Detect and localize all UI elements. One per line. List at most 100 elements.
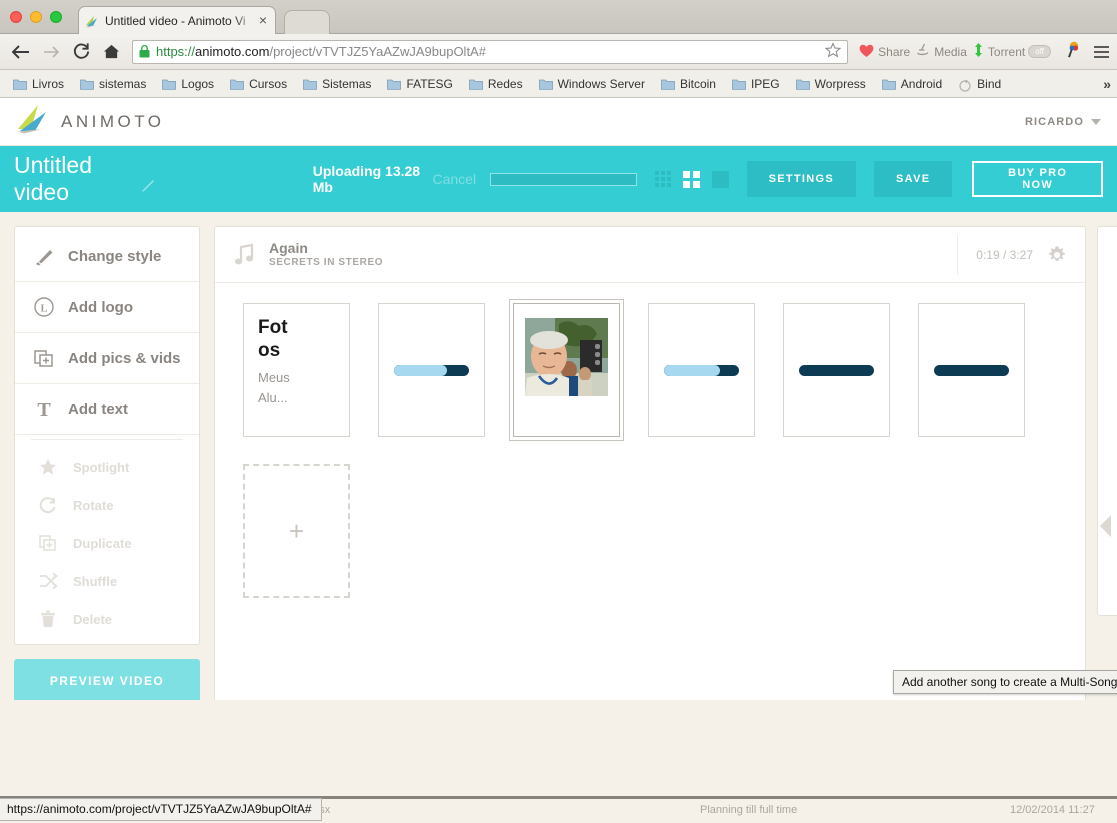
sidebar-item-add-logo[interactable]: L Add logo bbox=[15, 282, 199, 333]
slide-photo-image bbox=[525, 318, 608, 422]
folder-icon bbox=[732, 78, 746, 90]
sidebar-item-label: Spotlight bbox=[73, 459, 130, 475]
close-tab-button[interactable]: × bbox=[257, 12, 269, 30]
sidebar-item-label: Rotate bbox=[73, 497, 114, 513]
folder-icon bbox=[538, 78, 553, 90]
bookmark-item[interactable]: Logos bbox=[155, 75, 221, 93]
bookmark-label: Android bbox=[900, 76, 943, 91]
bookmark-item[interactable]: Android bbox=[875, 75, 949, 93]
chevron-left-icon[interactable] bbox=[1100, 515, 1111, 537]
bookmark-item[interactable]: sistemas bbox=[73, 75, 153, 93]
bookmark-item[interactable]: Livros bbox=[6, 75, 71, 93]
upload-status-text: Uploading 13.28 Mb bbox=[312, 163, 421, 195]
preview-video-button[interactable]: PREVIEW VIDEO bbox=[14, 659, 200, 703]
folder-icon bbox=[387, 78, 402, 90]
bookmark-item[interactable]: IPEG bbox=[725, 75, 787, 93]
sidebar-item-shuffle[interactable]: Shuffle bbox=[15, 562, 199, 600]
sidebar-item-label: Add text bbox=[68, 400, 128, 418]
share-extension[interactable]: Share bbox=[858, 42, 910, 61]
forward-button[interactable] bbox=[38, 39, 64, 65]
sidebar-item-rotate[interactable]: Rotate bbox=[15, 486, 199, 524]
browser-status-bar: https://animoto.com/project/vTVTJZ5YaAZw… bbox=[0, 798, 322, 821]
url-path: /project/vTVTJZ5YaAZwJA9bupOltA# bbox=[269, 44, 486, 59]
star-icon bbox=[37, 456, 59, 478]
bookmark-item[interactable]: Redes bbox=[462, 75, 530, 93]
lock-icon bbox=[139, 44, 150, 58]
bookmark-item[interactable]: Cursos bbox=[223, 75, 294, 93]
sidebar-item-delete[interactable]: Delete bbox=[15, 600, 199, 638]
browser-window: Untitled video - Animoto Vi × https:// a… bbox=[0, 0, 1117, 823]
media-extension[interactable]: Media bbox=[915, 42, 967, 61]
close-window-button[interactable] bbox=[10, 11, 22, 23]
sidebar-item-change-style[interactable]: Change style bbox=[15, 231, 199, 282]
slide-progress-bar bbox=[934, 364, 1009, 376]
bookmark-item[interactable]: Sistemas bbox=[296, 75, 378, 93]
bookmark-label: Bind bbox=[977, 76, 1002, 91]
minimize-window-button[interactable] bbox=[30, 11, 42, 23]
animoto-header: ANIMOTO RICARDO bbox=[0, 98, 1117, 146]
slide-title-line2: os bbox=[258, 340, 281, 361]
slide-uploading[interactable] bbox=[378, 303, 485, 437]
account-name: RICARDO bbox=[1024, 115, 1084, 128]
account-menu[interactable]: RICARDO bbox=[1025, 116, 1101, 128]
bookmark-item[interactable]: FATESG bbox=[380, 75, 459, 93]
folder-icon bbox=[468, 78, 483, 90]
updown-arrow-icon bbox=[972, 42, 985, 61]
add-slide-placeholder[interactable]: + bbox=[243, 464, 350, 598]
bookmark-item[interactable]: Bitcoin bbox=[654, 75, 723, 93]
right-collapsed-panel[interactable] bbox=[1097, 226, 1117, 616]
project-title[interactable]: Untitled video bbox=[14, 152, 155, 206]
settings-button[interactable]: SETTINGS bbox=[746, 161, 857, 197]
folder-icon bbox=[795, 78, 810, 90]
browser-tab[interactable]: Untitled video - Animoto Vi × bbox=[78, 6, 276, 34]
maximize-window-button[interactable] bbox=[50, 11, 62, 23]
back-button[interactable] bbox=[8, 39, 34, 65]
sidebar-item-label: Add logo bbox=[68, 298, 133, 316]
torrent-toggle-pill[interactable]: off bbox=[1028, 45, 1051, 58]
torrent-extension[interactable]: Torrent off bbox=[972, 42, 1051, 61]
home-button[interactable] bbox=[98, 39, 124, 65]
animoto-logo[interactable]: ANIMOTO bbox=[16, 104, 165, 139]
grid-small-view-icon[interactable] bbox=[654, 171, 671, 187]
colorzilla-icon[interactable] bbox=[1062, 41, 1080, 62]
slide-uploading[interactable] bbox=[783, 303, 890, 437]
project-toolbar: Untitled video Uploading 13.28 Mb Cancel… bbox=[0, 146, 1117, 212]
grid-medium-view-icon[interactable] bbox=[682, 170, 700, 188]
slide-progress-bar bbox=[394, 364, 469, 376]
single-view-icon[interactable] bbox=[711, 170, 729, 188]
edit-pencil-icon[interactable] bbox=[141, 172, 155, 192]
project-title-text: Untitled video bbox=[14, 152, 92, 205]
song-title: Again bbox=[269, 239, 308, 256]
song-artist: SECRETS IN STEREO bbox=[269, 256, 384, 268]
gear-icon[interactable] bbox=[1047, 245, 1067, 265]
address-bar[interactable]: https:// animoto.com /project/vTVTJZ5YaA… bbox=[132, 39, 849, 64]
bookmark-item[interactable]: Worpress bbox=[789, 75, 873, 93]
slide-progress-bar bbox=[664, 364, 739, 376]
sidebar-item-add-text[interactable]: T Add text bbox=[15, 384, 199, 435]
bookmarks-bar: Livros sistemas Logos Cursos Sistemas FA… bbox=[0, 70, 1117, 98]
bookmark-label: FATESG bbox=[406, 76, 453, 91]
sidebar-item-add-pics-vids[interactable]: Add pics & vids bbox=[15, 333, 199, 384]
buy-pro-button[interactable]: BUY PRO NOW bbox=[972, 161, 1103, 197]
bookmarks-overflow-button[interactable]: » bbox=[1103, 76, 1111, 92]
sidebar-item-duplicate[interactable]: Duplicate bbox=[15, 524, 199, 562]
bookmark-star-icon[interactable] bbox=[824, 42, 842, 61]
slide-uploading[interactable] bbox=[918, 303, 1025, 437]
bookmark-item[interactable]: Windows Server bbox=[532, 75, 652, 93]
slide-text[interactable]: Fot os Meus Alu... bbox=[243, 303, 350, 437]
folder-icon bbox=[661, 78, 675, 90]
reload-button[interactable] bbox=[68, 39, 94, 65]
editor-sidebar: Change style L Add logo Add pics & vids … bbox=[14, 226, 200, 758]
bookmark-item-bind[interactable]: Bind bbox=[951, 75, 1008, 93]
chrome-menu-button[interactable] bbox=[1094, 45, 1109, 58]
view-toggle-group bbox=[654, 170, 729, 188]
sidebar-item-label: Change style bbox=[68, 247, 162, 265]
slide-progress-bar bbox=[799, 364, 874, 376]
save-button[interactable]: SAVE bbox=[874, 161, 953, 197]
slide-uploading[interactable] bbox=[648, 303, 755, 437]
sidebar-item-spotlight[interactable]: Spotlight bbox=[15, 448, 199, 486]
sidebar-item-label: Duplicate bbox=[73, 535, 132, 551]
slide-photo[interactable] bbox=[513, 303, 620, 437]
cancel-upload-link[interactable]: Cancel bbox=[433, 171, 477, 187]
new-tab-button[interactable] bbox=[284, 10, 330, 34]
